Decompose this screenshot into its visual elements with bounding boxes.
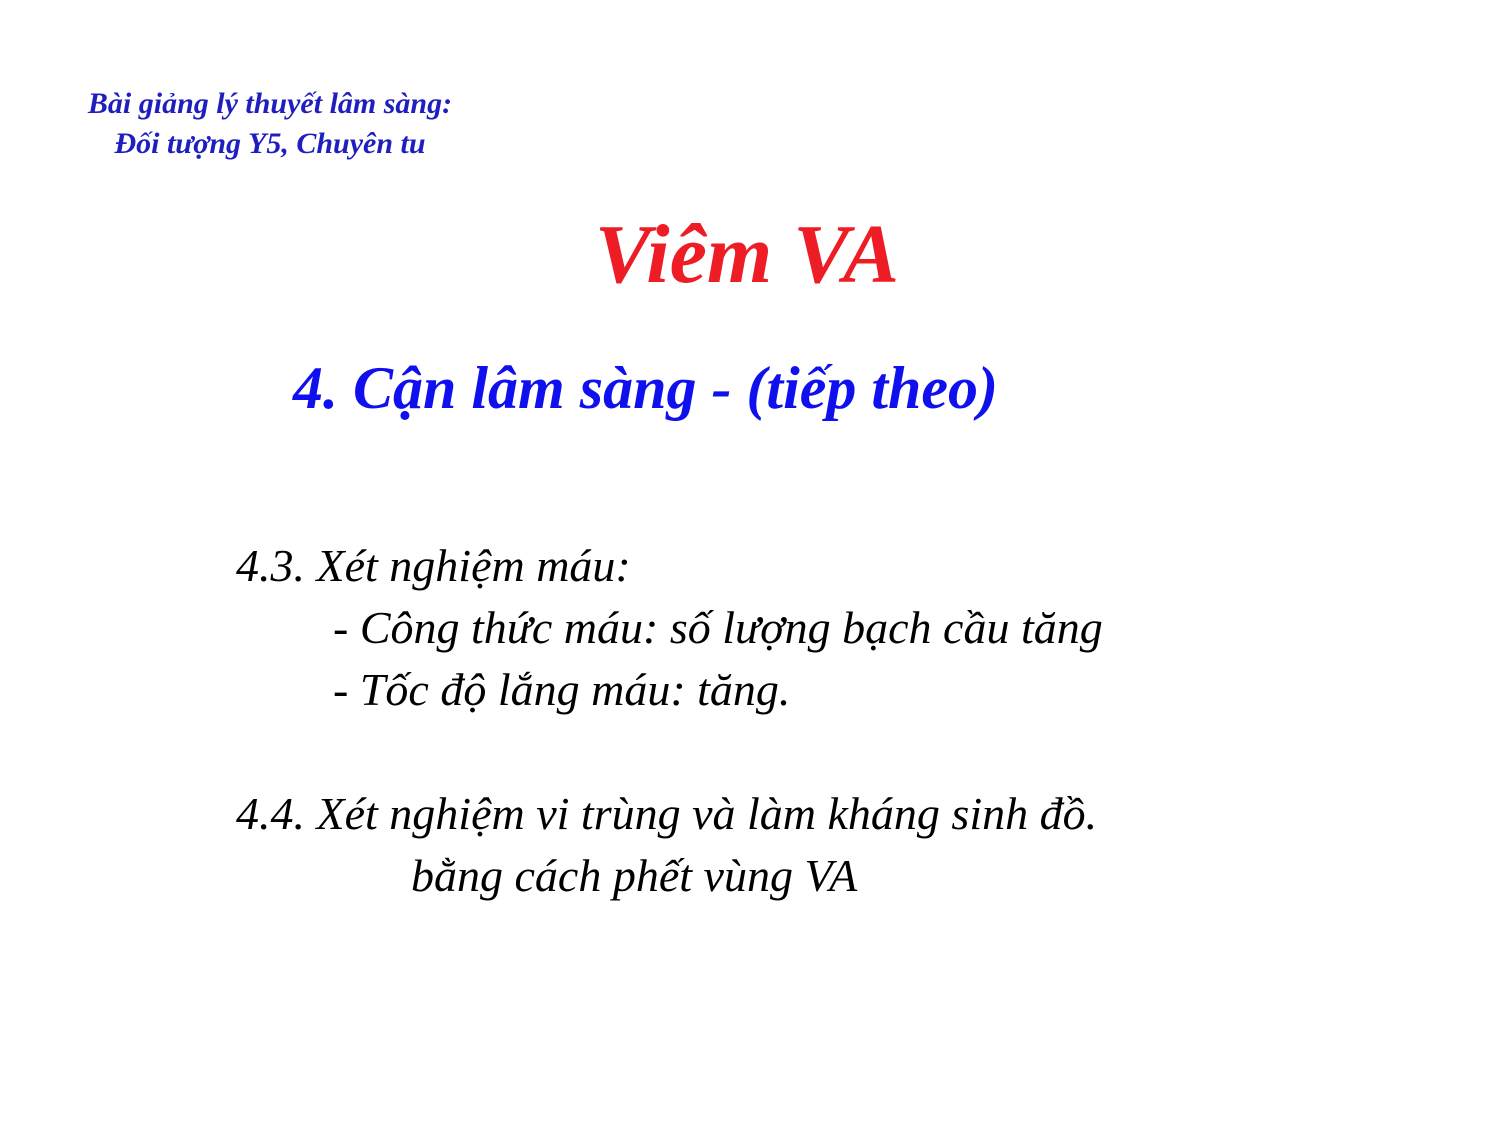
slide-title-text: Viêm VA (594, 208, 900, 301)
lecture-header-line-2: Đối tượng Y5, Chuyên tu (114, 127, 426, 160)
blood-test-heading: 4.3. Xét nghiệm máu: (236, 540, 631, 591)
lecture-header-line-1: Bài giảng lý thuyết lâm sàng: (87, 87, 453, 120)
slide-title: Viêm VA (0, 205, 1500, 305)
microbe-test-heading: 4.4. Xét nghiệm vi trùng và làm kháng si… (236, 788, 1098, 839)
blood-test-item-1: - Công thức máu: số lượng bạch cầu tăng (333, 602, 1103, 653)
blood-test-item-2: - Tốc độ lắng máu: tăng. (333, 664, 791, 715)
slide-content: 4.3. Xét nghiệm máu: - Công thức máu: số… (236, 535, 1436, 907)
lecture-header: Bài giảng lý thuyết lâm sàng: Đối tượng … (40, 84, 500, 164)
microbe-test-detail: bằng cách phết vùng VA (411, 850, 858, 901)
section-title: 4. Cận lâm sàng - (tiếp theo) (293, 355, 999, 421)
